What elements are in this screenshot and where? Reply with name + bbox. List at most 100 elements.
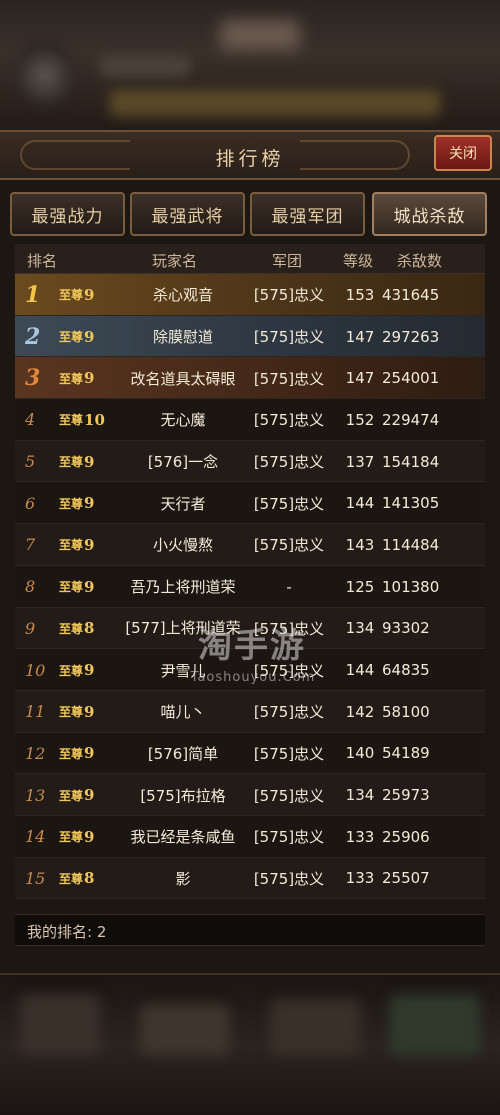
close-button[interactable]: 关闭	[434, 135, 492, 171]
legion-name: -	[286, 577, 292, 596]
table-row[interactable]: 7 至尊 9 小火慢熬 [575]忠义 143 114484	[15, 524, 485, 566]
blurred-background-bottom	[0, 975, 500, 1115]
rank-number: 3	[25, 365, 41, 392]
vip-label: 至尊	[59, 705, 84, 720]
table-row[interactable]: 14 至尊 9 我已经是条咸鱼 [575]忠义 133 25906	[15, 815, 485, 858]
player-name: 喵儿丶	[160, 703, 206, 722]
watermark-url: Taoshouyou.Com	[190, 670, 316, 685]
blurred-banner	[110, 90, 440, 116]
player-name: [576]一念	[147, 453, 219, 472]
vip-label: 至尊	[59, 413, 84, 428]
table-row[interactable]: 2 至尊 9 除膜慰道 [575]忠义 147 297263	[15, 315, 485, 358]
player-level: 144	[345, 661, 375, 680]
player-level: 147	[345, 327, 375, 346]
legion-name: [575]忠义	[253, 328, 325, 347]
kill-count: 25507	[382, 869, 430, 888]
vip-level: 10	[84, 410, 105, 429]
player-level: 133	[345, 869, 375, 888]
rank-number: 4	[25, 410, 36, 430]
legion-name: [575]忠义	[253, 369, 325, 388]
table-row[interactable]: 4 至尊 10 无心魔 [575]忠义 152 229474	[15, 399, 485, 441]
vip-level: 8	[84, 619, 95, 638]
player-name: [576]简单	[147, 744, 219, 763]
table-row[interactable]: 3 至尊 9 改名道具太碍眼 [575]忠义 147 254001	[15, 357, 485, 400]
blurred-element	[20, 995, 100, 1055]
player-level: 125	[345, 577, 375, 596]
table-row[interactable]: 5 至尊 9 [576]一念 [575]忠义 137 154184	[15, 440, 485, 483]
table-header: 排名 玩家名 军团 等级 杀敌数	[15, 244, 485, 274]
player-name: [575]布拉格	[140, 786, 226, 805]
kill-count: 229474	[382, 410, 440, 429]
table-row[interactable]: 1 至尊 9 杀心观音 [575]忠义 153 431645	[15, 274, 485, 316]
blurred-background-top	[0, 0, 500, 130]
vip-level: 9	[84, 744, 95, 763]
kill-count: 58100	[382, 702, 430, 721]
tab-strongest-legion[interactable]: 最强军团	[250, 192, 365, 236]
rank-number: 15	[25, 868, 46, 888]
table-row[interactable]: 13 至尊 9 [575]布拉格 [575]忠义 134 25973	[15, 774, 485, 816]
player-level: 142	[345, 702, 375, 721]
player-name: 天行者	[160, 494, 206, 513]
leaderboard-panel: 排行榜 关闭 最强战力 最强武将 最强军团 城战杀敌 排名 玩家名 军团 等级 …	[0, 130, 500, 975]
legion-name: [575]忠义	[253, 411, 325, 430]
kill-count: 297263	[382, 327, 440, 346]
legion-name: [575]忠义	[253, 828, 325, 847]
player-name: 杀心观音	[152, 286, 213, 305]
title-bar: 排行榜 关闭	[0, 132, 500, 180]
vip-label: 至尊	[59, 330, 84, 345]
header-level: 等级	[343, 252, 374, 270]
vip-level: 8	[84, 869, 95, 888]
blurred-element	[140, 1005, 230, 1055]
blurred-avatar	[15, 40, 75, 110]
tab-strongest-power[interactable]: 最强战力	[10, 192, 125, 236]
tab-strongest-general[interactable]: 最强武将	[130, 192, 245, 236]
vip-level: 9	[84, 786, 95, 805]
legion-name: [575]忠义	[253, 494, 325, 513]
page-title: 排行榜	[215, 148, 285, 170]
player-level: 134	[345, 619, 375, 638]
table-row[interactable]: 6 至尊 9 天行者 [575]忠义 144 141305	[15, 482, 485, 525]
table-row[interactable]: 15 至尊 8 影 [575]忠义 133 25507	[15, 857, 485, 900]
vip-label: 至尊	[59, 621, 84, 636]
vip-label: 至尊	[59, 871, 84, 886]
player-level: 147	[345, 369, 375, 388]
kill-count: 254001	[382, 369, 440, 388]
table-row[interactable]: 12 至尊 9 [576]简单 [575]忠义 140 54189	[15, 732, 485, 775]
vip-label: 至尊	[59, 830, 84, 845]
kill-count: 25973	[382, 786, 430, 805]
rank-number: 5	[25, 452, 36, 472]
vip-label: 至尊	[59, 538, 84, 553]
kill-count: 54189	[382, 744, 430, 763]
player-level: 140	[345, 744, 375, 763]
rank-number: 7	[25, 535, 36, 555]
rank-number: 1	[25, 281, 41, 308]
tab-bar: 最强战力 最强武将 最强军团 城战杀敌	[0, 192, 500, 240]
vip-level: 9	[84, 494, 95, 513]
leaderboard-table: 排名 玩家名 军团 等级 杀敌数 1 至尊 9 杀心观音 [575]忠义 153 43164…	[15, 244, 485, 900]
table-row[interactable]: 11 至尊 9 喵儿丶 [575]忠义 142 58100	[15, 690, 485, 733]
vip-level: 9	[84, 535, 95, 554]
vip-label: 至尊	[59, 455, 84, 470]
player-name: 无心魔	[160, 411, 206, 430]
rank-number: 12	[25, 743, 46, 763]
table-row[interactable]: 8 至尊 9 吾乃上将刑道荣 - 125 101380	[15, 565, 485, 608]
tab-city-war-kills[interactable]: 城战杀敌	[372, 192, 487, 236]
vip-label: 至尊	[59, 288, 84, 303]
player-level: 137	[345, 452, 375, 471]
vip-level: 9	[84, 285, 95, 304]
rank-number: 10	[25, 660, 46, 680]
player-name: 小火慢熬	[152, 536, 213, 555]
header-name: 玩家名	[152, 252, 198, 270]
player-level: 143	[345, 535, 375, 554]
kill-count: 101380	[382, 577, 440, 596]
rank-number: 6	[25, 493, 36, 513]
blurred-element	[270, 1000, 360, 1055]
vip-level: 9	[84, 577, 95, 596]
player-level: 133	[345, 827, 375, 846]
header-rank: 排名	[27, 252, 58, 270]
vip-label: 至尊	[59, 663, 84, 678]
watermark-text: 淘手游	[198, 626, 306, 666]
header-kills: 杀敌数	[397, 252, 443, 270]
kill-count: 64835	[382, 661, 430, 680]
player-name: 影	[175, 869, 191, 888]
